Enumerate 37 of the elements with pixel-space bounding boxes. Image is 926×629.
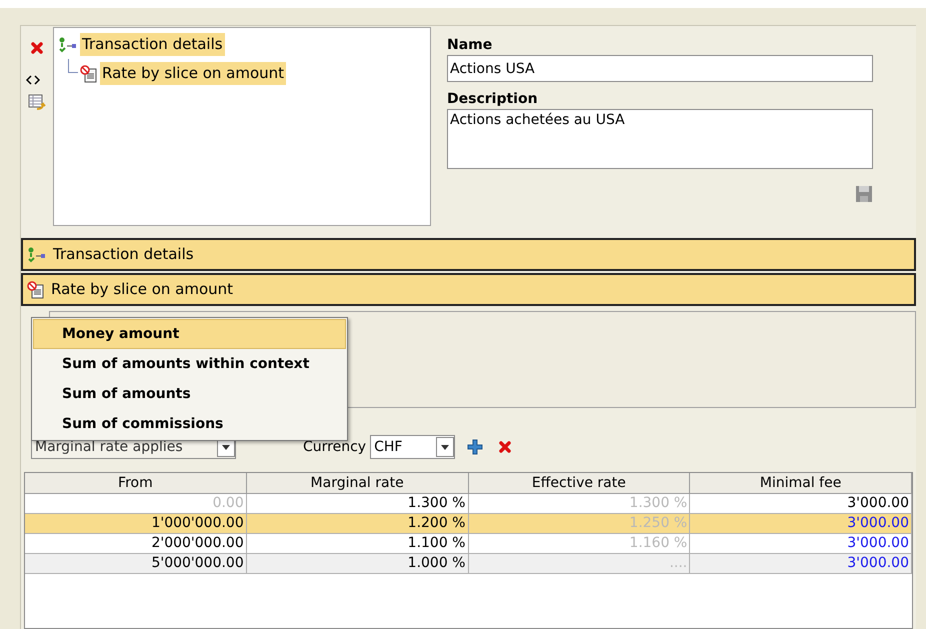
table-cell: 3'000.00: [690, 554, 912, 574]
node-link-icon: [27, 246, 47, 262]
node-link-icon: [58, 36, 78, 52]
code-brackets-icon: [26, 75, 40, 85]
table-row[interactable]: 5'000'000.00 1.000 % .... 3'000.00: [25, 554, 912, 574]
table-row[interactable]: 1'000'000.00 1.200 % 1.250 % 3'000.00: [25, 514, 912, 534]
table-row[interactable]: 2'000'000.00 1.100 % 1.160 % 3'000.00: [25, 534, 912, 554]
section-header[interactable]: Transaction details: [21, 238, 916, 271]
tree-item[interactable]: Transaction details: [80, 33, 225, 56]
column-header[interactable]: Marginal rate: [246, 473, 468, 494]
name-label: Name: [447, 36, 494, 55]
document-forbidden-icon: [27, 280, 45, 298]
table-row[interactable]: 0.00 1.300 % 1.300 % 3'000.00: [25, 494, 912, 514]
currency-label: Currency: [303, 438, 366, 456]
description-field[interactable]: Actions achetées au USA: [447, 109, 873, 169]
table-cell: 5'000'000.00: [25, 554, 247, 574]
table-cell: 1.000 %: [246, 554, 468, 574]
plus-icon: [467, 439, 484, 455]
table-cell: ....: [468, 554, 690, 574]
menu-item[interactable]: Sum of amounts: [33, 379, 346, 409]
column-header[interactable]: From: [25, 473, 247, 494]
document-forbidden-icon: [80, 64, 98, 82]
table-arrow-icon: [28, 93, 46, 111]
menu-item[interactable]: Money amount: [33, 319, 346, 349]
remove-icon[interactable]: [498, 440, 512, 454]
description-label: Description: [447, 90, 539, 109]
section-title: Transaction details: [53, 244, 194, 266]
currency-combo[interactable]: CHF: [370, 435, 456, 459]
save-icon[interactable]: [855, 185, 873, 203]
section-title: Rate by slice on amount: [51, 279, 234, 300]
name-field[interactable]: Actions USA: [447, 55, 873, 82]
column-header[interactable]: Minimal fee: [690, 473, 912, 494]
delete-icon[interactable]: [30, 41, 44, 55]
column-header[interactable]: Effective rate: [468, 473, 690, 494]
tree-item[interactable]: Rate by slice on amount: [100, 62, 286, 85]
section-header[interactable]: Rate by slice on amount: [21, 273, 916, 306]
menu-item[interactable]: Sum of amounts within context: [33, 349, 346, 379]
